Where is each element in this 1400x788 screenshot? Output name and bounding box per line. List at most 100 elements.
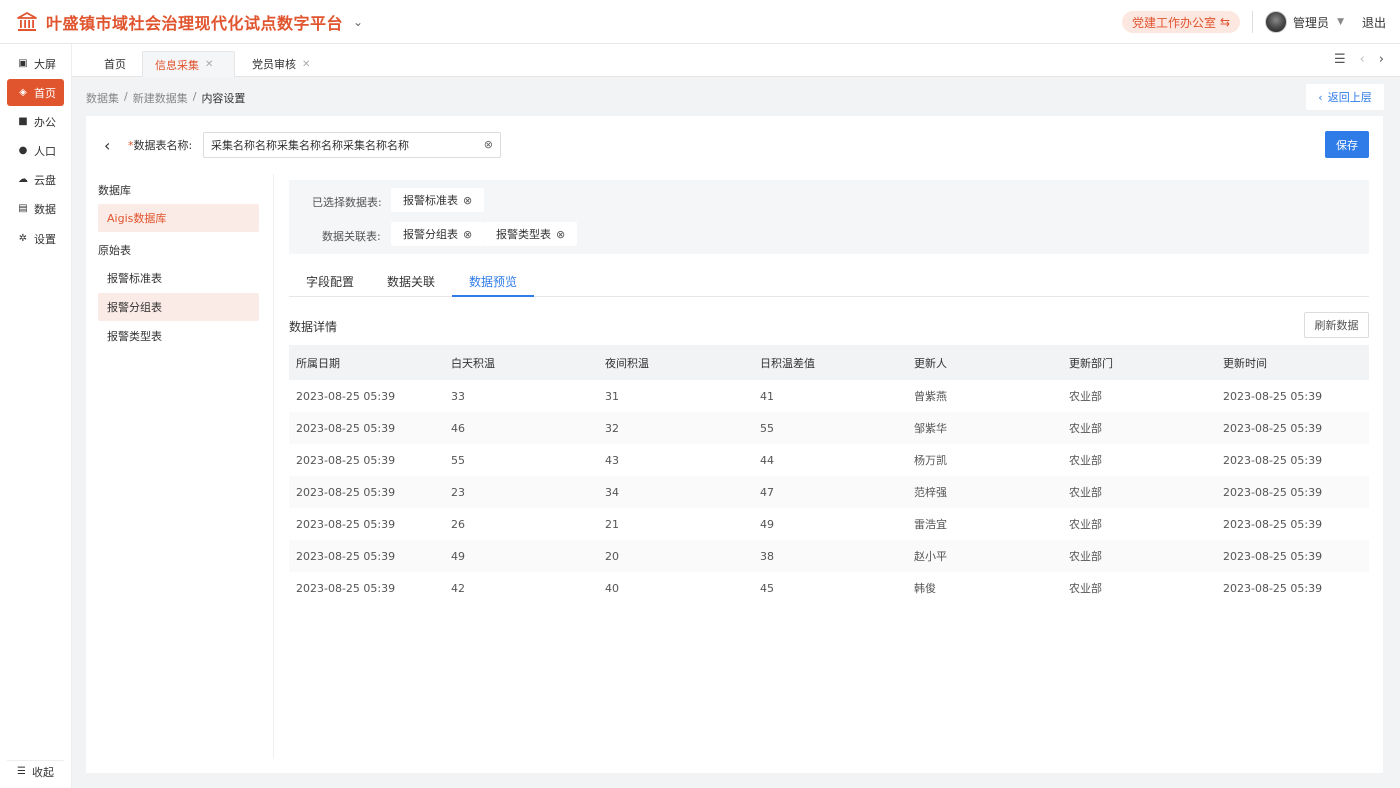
- office-switch-button[interactable]: 党建工作办公室 ⇆: [1121, 11, 1241, 33]
- tab-label: 信息采集: [155, 58, 199, 72]
- table-cell: 47: [753, 476, 907, 508]
- tab-info-collection[interactable]: 信息采集 ✕: [142, 51, 235, 77]
- table-row: 2023-08-25 05:39 55 43 44 杨万凯 农业部 2023-08-25 0…: [289, 444, 1369, 476]
- breadcrumb-item[interactable]: 数据集: [86, 90, 119, 106]
- table-row: 2023-08-25 05:39 49 20 38 赵小平 农业部 2023-08-25 0…: [289, 540, 1369, 572]
- table-row: 2023-08-25 05:39 42 40 45 韩俊 农业部 2023-08-25 05…: [289, 572, 1369, 604]
- table-name-input[interactable]: 采集名称名称采集名称名称采集名称名称 ⊗: [203, 132, 501, 158]
- chip-label: 报警类型表: [496, 228, 551, 241]
- save-button[interactable]: 保存: [1325, 131, 1369, 158]
- table-cell: 55: [451, 453, 465, 467]
- sidebar-collapse-button[interactable]: ☰ 收起: [7, 760, 64, 782]
- table-cell: 34: [598, 476, 753, 508]
- table-cell: 2023-08-25 05:39: [289, 476, 444, 508]
- table-cell: 农业部: [1069, 518, 1102, 531]
- sidebar-item-label: 办公: [34, 115, 56, 129]
- table-cell: 2023-08-25 05:39: [289, 412, 444, 444]
- table-cell: 赵小平: [907, 540, 1062, 572]
- sidebar-item-label: 人口: [34, 144, 56, 158]
- clear-icon[interactable]: ⊗: [484, 138, 493, 151]
- sidebar-item-screen[interactable]: ▣ 大屏: [7, 50, 64, 77]
- sidebar-item-population[interactable]: ● 人口: [7, 137, 64, 164]
- chevron-down-icon[interactable]: ▼: [1337, 17, 1344, 27]
- linked-label: 数据关联表:: [322, 230, 381, 243]
- sidebar: ▣ 大屏 ◈ 首页 ■ 办公 ● 人口 ☁ 云盘 ▤ 数据 ✲ 设置 ☰ 收起: [0, 44, 72, 788]
- remove-icon[interactable]: ⊗: [463, 194, 472, 207]
- chevron-left-icon[interactable]: ‹: [1360, 52, 1365, 67]
- screen-icon: ▣: [18, 58, 28, 69]
- table-cell: 农业部: [1062, 540, 1216, 572]
- sidebar-item-home[interactable]: ◈ 首页: [7, 79, 64, 106]
- tab-member-review[interactable]: 党员审核 ✕: [240, 51, 322, 77]
- table-cell: 农业部: [1062, 412, 1216, 444]
- remove-icon[interactable]: ⊗: [463, 228, 472, 241]
- column-header: 所属日期: [289, 345, 444, 380]
- table-cell: 韩俊: [914, 582, 936, 595]
- column-header: 更新人: [907, 345, 1062, 380]
- institution-icon: [17, 11, 37, 31]
- sidebar-item-settings[interactable]: ✲ 设置: [7, 225, 64, 252]
- sidebar-item-label: 云盘: [34, 173, 56, 187]
- breadcrumb-item[interactable]: 新建数据集: [133, 90, 188, 106]
- tab-data-preview[interactable]: 数据预览: [452, 273, 534, 297]
- remove-icon[interactable]: ⊗: [556, 228, 565, 241]
- sidebar-item-label: 首页: [34, 86, 56, 100]
- table-cell: 38: [753, 540, 907, 572]
- cloud-icon: ☁: [18, 174, 28, 185]
- table-cell: 2023-08-25 05:39: [296, 389, 396, 403]
- sidebar-item-office[interactable]: ■ 办公: [7, 108, 64, 135]
- tab-data-relation[interactable]: 数据关联: [370, 273, 452, 297]
- raw-table-item[interactable]: 报警标准表: [98, 264, 259, 292]
- sidebar-item-data[interactable]: ▤ 数据: [7, 195, 64, 222]
- back-arrow-icon[interactable]: ‹: [104, 136, 110, 155]
- avatar[interactable]: [1265, 11, 1288, 33]
- table-row: 2023-08-25 05:39 23 34 47 范梓强 农业部 2023-08-25 0…: [289, 476, 1369, 508]
- breadcrumb: 数据集 / 新建数据集 / 内容设置: [86, 90, 245, 106]
- top-header: 叶盛镇市域社会治理现代化试点数字平台 ⌄ 党建工作办公室 ⇆ 管理员 ▼ 退出: [0, 0, 1400, 44]
- table-cell: 31: [605, 389, 619, 403]
- sidebar-item-cloud[interactable]: ☁ 云盘: [7, 166, 64, 193]
- sidebar-item-label: 数据: [34, 202, 56, 216]
- chevron-right-icon[interactable]: ›: [1379, 52, 1384, 67]
- refresh-button[interactable]: 刷新数据: [1304, 312, 1369, 338]
- raw-table-item[interactable]: 报警类型表: [98, 322, 259, 350]
- column-header: 日积温差值: [753, 345, 907, 380]
- name-label-text: 数据表名称:: [133, 139, 193, 152]
- table-cell: 曾紫燕: [914, 390, 947, 403]
- chip-label: 报警标准表: [403, 194, 458, 207]
- table-cell: 邹紫华: [907, 412, 1062, 444]
- table-cell: 42: [451, 581, 465, 595]
- close-icon[interactable]: ✕: [302, 59, 310, 70]
- content-card: ‹ *数据表名称: 采集名称名称采集名称名称采集名称名称 ⊗ 保存 数据库 Ai…: [86, 116, 1383, 773]
- breadcrumb-separator: /: [192, 90, 197, 103]
- table-name-value: 采集名称名称采集名称名称采集名称名称: [211, 139, 409, 152]
- tab-home[interactable]: 首页: [92, 51, 138, 77]
- chart-icon: ▤: [18, 203, 28, 214]
- raw-table-item[interactable]: 报警分组表: [98, 293, 259, 321]
- table-cell: 21: [605, 517, 619, 531]
- table-cell: 41: [760, 389, 774, 403]
- column-header: 更新部门: [1062, 345, 1216, 380]
- table-cell: 55: [753, 412, 907, 444]
- layers-icon: ◈: [19, 87, 27, 98]
- data-preview-table: 所属日期 白天积温 夜间积温 日积温差值 更新人 更新部门 更新时间 2023-…: [289, 345, 1369, 604]
- back-up-button[interactable]: ‹ 返回上层: [1306, 84, 1384, 110]
- table-cell: 49: [444, 540, 598, 572]
- menu-icon[interactable]: ☰: [1334, 52, 1346, 67]
- chevron-down-icon[interactable]: ⌄: [353, 15, 363, 29]
- selected-label: 已选择数据表:: [312, 196, 382, 209]
- raw-section-title: 原始表: [98, 244, 131, 257]
- swap-icon: ⇆: [1219, 15, 1231, 29]
- tab-field-config[interactable]: 字段配置: [289, 273, 371, 297]
- close-icon[interactable]: ✕: [205, 59, 213, 70]
- table-cell: 45: [760, 581, 774, 595]
- db-item[interactable]: Aigis数据库: [98, 204, 259, 232]
- chip-label: 报警分组表: [403, 228, 458, 241]
- collapse-icon: ☰: [17, 766, 26, 777]
- table-row: 2023-08-25 05:39 26 21 49 雷浩宜 农业部 2023-08-25 0…: [289, 508, 1369, 540]
- tab-label: 党员审核: [252, 58, 296, 71]
- table-cell: 20: [598, 540, 753, 572]
- db-section-title: 数据库: [98, 184, 131, 197]
- logout-link[interactable]: 退出: [1362, 14, 1386, 31]
- user-name[interactable]: 管理员: [1293, 14, 1329, 31]
